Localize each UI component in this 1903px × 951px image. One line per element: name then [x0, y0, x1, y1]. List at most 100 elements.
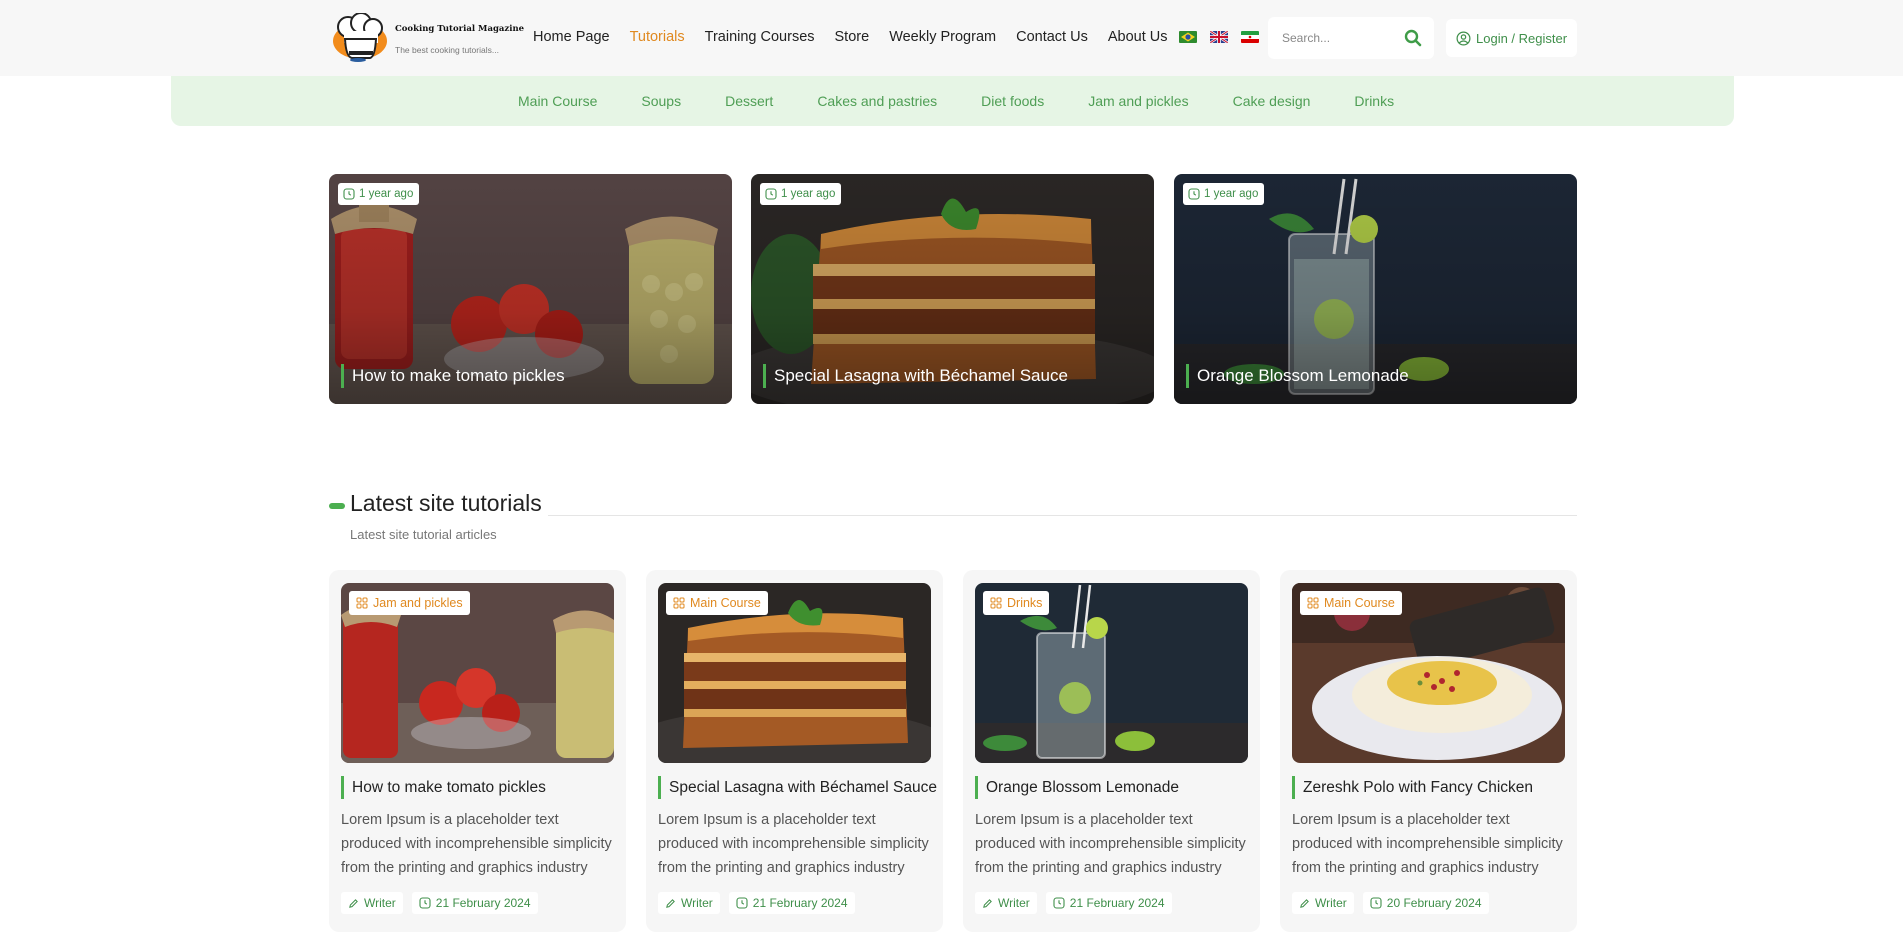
tutorial-card: Main Course Zereshk Polo with Fancy Chic… [1280, 570, 1577, 932]
clock-icon [1053, 897, 1065, 909]
tutorial-description: Lorem Ipsum is a placeholder text produc… [975, 812, 1246, 876]
nav-tutorials[interactable]: Tutorials [630, 29, 685, 45]
category-cake-design[interactable]: Cake design [1233, 93, 1311, 109]
featured-card[interactable]: 1 year ago Special Lasagna with Béchamel… [751, 174, 1154, 404]
category-badge[interactable]: Jam and pickles [349, 591, 470, 615]
date-badge: 20 February 2024 [1362, 892, 1489, 914]
tutorial-image[interactable]: Drinks [975, 583, 1248, 763]
grid-icon [1307, 597, 1319, 609]
search-input[interactable] [1282, 17, 1402, 59]
featured-title[interactable]: Orange Blossom Lemonade [1186, 364, 1409, 388]
date-badge: 21 February 2024 [728, 892, 855, 914]
category-badge[interactable]: Main Course [1300, 591, 1402, 615]
site-header: Cooking Tutorial Magazine The best cooki… [0, 0, 1903, 76]
tutorial-card: Main Course Special Lasagna with Béchame… [646, 570, 943, 932]
tutorial-card: Drinks Orange Blossom Lemonade Lorem Ips… [963, 570, 1260, 932]
author-label: Writer [1315, 896, 1347, 910]
category-soups[interactable]: Soups [641, 93, 681, 109]
tutorial-meta: Writer 20 February 2024 [1292, 892, 1489, 914]
time-badge: 1 year ago [1183, 183, 1265, 205]
category-label: Main Course [690, 596, 761, 610]
category-main-course[interactable]: Main Course [518, 93, 597, 109]
tutorial-meta: Writer 21 February 2024 [658, 892, 855, 914]
tutorial-meta: Writer 21 February 2024 [975, 892, 1172, 914]
time-badge: 1 year ago [338, 183, 420, 205]
category-diet-foods[interactable]: Diet foods [981, 93, 1044, 109]
clock-icon [1370, 897, 1382, 909]
tutorial-description: Lorem Ipsum is a placeholder text produc… [341, 812, 612, 876]
category-cakes-and-pastries[interactable]: Cakes and pastries [817, 93, 937, 109]
clock-icon [343, 188, 355, 200]
category-jam-and-pickles[interactable]: Jam and pickles [1088, 93, 1188, 109]
nav-training-courses[interactable]: Training Courses [705, 29, 815, 45]
main-nav: Home Page Tutorials Training Courses Sto… [533, 29, 1187, 45]
category-badge[interactable]: Main Course [666, 591, 768, 615]
search-icon[interactable] [1404, 29, 1422, 47]
clock-icon [419, 897, 431, 909]
logo-tagline: The best cooking tutorials... [395, 45, 499, 55]
pencil-icon [1300, 898, 1309, 908]
date-badge: 21 February 2024 [411, 892, 538, 914]
author-badge: Writer [975, 892, 1037, 914]
category-label: Drinks [1007, 596, 1043, 610]
author-label: Writer [998, 896, 1030, 910]
site-logo[interactable]: Cooking Tutorial Magazine The best cooki… [328, 13, 524, 63]
flag-uk-icon[interactable] [1210, 31, 1228, 43]
category-badge[interactable]: Drinks [983, 591, 1050, 615]
category-label: Jam and pickles [373, 596, 463, 610]
author-label: Writer [681, 896, 713, 910]
login-register-label: Login / Register [1476, 30, 1568, 46]
tutorial-image[interactable]: Main Course [658, 583, 931, 763]
category-drinks[interactable]: Drinks [1354, 93, 1394, 109]
nav-weekly-program[interactable]: Weekly Program [889, 29, 996, 45]
tutorial-title[interactable]: Zereshk Polo with Fancy Chicken [1292, 776, 1533, 799]
tutorial-title[interactable]: How to make tomato pickles [341, 776, 546, 799]
date-label: 21 February 2024 [752, 896, 848, 910]
featured-title[interactable]: How to make tomato pickles [341, 364, 565, 388]
section-title: Latest site tutorials [350, 490, 542, 516]
date-label: 20 February 2024 [1386, 896, 1482, 910]
author-badge: Writer [341, 892, 403, 914]
nav-contact-us[interactable]: Contact Us [1016, 29, 1088, 45]
section-marker [329, 503, 345, 509]
category-dessert[interactable]: Dessert [725, 93, 773, 109]
chef-hat-logo-icon [333, 13, 387, 62]
user-circle-icon [1456, 31, 1471, 45]
time-label: 1 year ago [1204, 188, 1259, 200]
time-badge: 1 year ago [760, 183, 842, 205]
tutorial-description: Lorem Ipsum is a placeholder text produc… [658, 812, 929, 876]
tutorial-title[interactable]: Orange Blossom Lemonade [975, 776, 1179, 799]
language-switcher [1179, 31, 1259, 43]
tutorial-meta: Writer 21 February 2024 [341, 892, 538, 914]
login-register-button[interactable]: Login / Register [1446, 19, 1577, 57]
featured-card[interactable]: 1 year ago How to make tomato pickles [329, 174, 732, 404]
nav-about-us[interactable]: About Us [1108, 29, 1168, 45]
search-box [1268, 17, 1434, 59]
logo-title: Cooking Tutorial Magazine [395, 24, 525, 34]
time-label: 1 year ago [781, 188, 836, 200]
pencil-icon [666, 898, 675, 908]
tutorial-title[interactable]: Special Lasagna with Béchamel Sauce [658, 776, 937, 799]
flag-brazil-icon[interactable] [1179, 31, 1197, 43]
author-label: Writer [364, 896, 396, 910]
author-badge: Writer [658, 892, 720, 914]
section-divider [548, 515, 1577, 516]
featured-card[interactable]: 1 year ago Orange Blossom Lemonade [1174, 174, 1577, 404]
tutorial-description: Lorem Ipsum is a placeholder text produc… [1292, 812, 1563, 876]
grid-icon [356, 597, 368, 609]
nav-home-page[interactable]: Home Page [533, 29, 610, 45]
clock-icon [1188, 188, 1200, 200]
grid-icon [990, 597, 1002, 609]
time-label: 1 year ago [359, 188, 414, 200]
pencil-icon [983, 898, 992, 908]
clock-icon [765, 188, 777, 200]
tutorial-image[interactable]: Main Course [1292, 583, 1565, 763]
author-badge: Writer [1292, 892, 1354, 914]
tutorial-image[interactable]: Jam and pickles [341, 583, 614, 763]
date-label: 21 February 2024 [1069, 896, 1165, 910]
category-bar: Main Course Soups Dessert Cakes and past… [171, 76, 1734, 126]
date-label: 21 February 2024 [435, 896, 531, 910]
flag-iran-icon[interactable] [1241, 31, 1259, 43]
nav-store[interactable]: Store [835, 29, 870, 45]
featured-title[interactable]: Special Lasagna with Béchamel Sauce [763, 364, 1068, 388]
